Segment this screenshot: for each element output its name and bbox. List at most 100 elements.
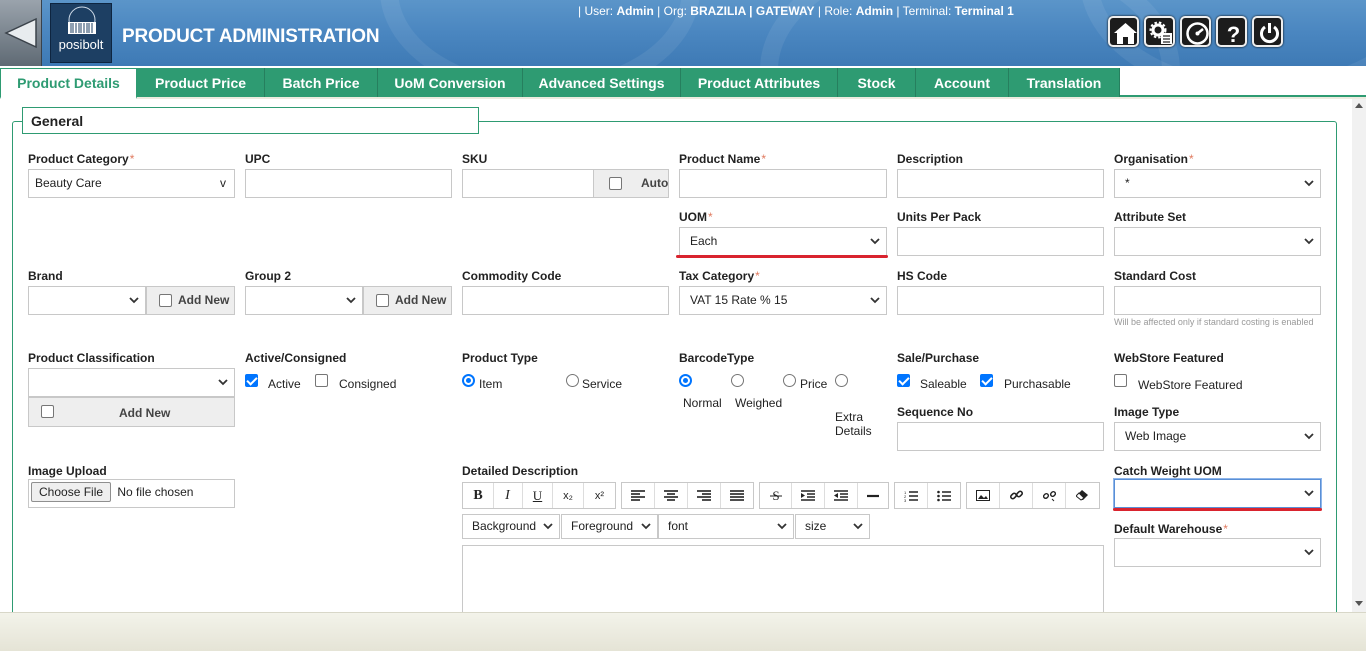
size-select[interactable]: size xyxy=(795,514,870,539)
align-left-button[interactable] xyxy=(622,483,655,508)
chevron-down-icon xyxy=(1304,180,1314,187)
brand-select[interactable] xyxy=(28,286,146,315)
strikethrough-button[interactable]: S xyxy=(760,483,792,508)
underline-button[interactable]: U xyxy=(523,483,553,508)
product-category-value: Beauty Care xyxy=(35,176,102,190)
upc-input[interactable] xyxy=(245,169,452,198)
consigned-checkbox[interactable] xyxy=(315,374,328,387)
tab-stock[interactable]: Stock xyxy=(838,68,916,97)
tab-translation[interactable]: Translation xyxy=(1009,68,1120,97)
indent-icon xyxy=(801,490,815,501)
tab-uom-conversion[interactable]: UoM Conversion xyxy=(378,68,523,97)
classification-add-new-checkbox[interactable] xyxy=(41,405,54,418)
settings-button[interactable] xyxy=(1144,16,1175,47)
vertical-scrollbar[interactable] xyxy=(1352,99,1366,612)
foreground-select[interactable]: Foreground xyxy=(561,514,658,539)
tab-product-attributes[interactable]: Product Attributes xyxy=(681,68,838,97)
attribute-set-select[interactable] xyxy=(1114,227,1321,256)
tab-advanced-settings[interactable]: Advanced Settings xyxy=(523,68,681,97)
organisation-select[interactable]: * xyxy=(1114,169,1321,198)
product-classification-select[interactable] xyxy=(28,368,235,397)
group2-select[interactable] xyxy=(245,286,363,315)
scroll-up-icon[interactable] xyxy=(1355,103,1363,108)
extra-details-radio[interactable] xyxy=(835,374,848,387)
insert-link-button[interactable] xyxy=(1000,483,1033,508)
tax-category-select[interactable]: VAT 15 Rate % 15 xyxy=(679,286,887,315)
outdent-button[interactable] xyxy=(825,483,858,508)
detailed-description-editor[interactable] xyxy=(462,545,1104,612)
tab-batch-price[interactable]: Batch Price xyxy=(265,68,378,97)
image-type-select[interactable]: Web Image xyxy=(1114,422,1321,451)
italic-button[interactable]: I xyxy=(493,483,523,508)
svg-text:?: ? xyxy=(1227,22,1240,46)
sku-auto-checkbox[interactable] xyxy=(609,177,622,190)
scroll-down-icon[interactable] xyxy=(1355,601,1363,606)
uom-select[interactable]: Each xyxy=(679,227,887,256)
product-name-input[interactable] xyxy=(679,169,887,198)
home-button[interactable] xyxy=(1108,16,1139,47)
unlink-button[interactable] xyxy=(1033,483,1066,508)
group2-add-new-checkbox[interactable] xyxy=(376,294,389,307)
background-select[interactable]: Background xyxy=(462,514,560,539)
bullet-list-button[interactable] xyxy=(928,483,960,508)
app-header: posibolt PRODUCT ADMINISTRATION | User: … xyxy=(0,0,1366,66)
justify-button[interactable] xyxy=(721,483,753,508)
normal-label: Normal xyxy=(683,396,722,410)
chevron-down-icon xyxy=(777,523,787,530)
product-type-label: Product Type xyxy=(462,351,538,365)
commodity-code-input[interactable] xyxy=(462,286,669,315)
tab-product-price[interactable]: Product Price xyxy=(137,68,265,97)
service-radio[interactable] xyxy=(566,374,579,387)
align-toolbar xyxy=(621,482,754,509)
indent-button[interactable] xyxy=(792,483,825,508)
product-category-input[interactable]: Beauty Care v xyxy=(28,169,235,198)
insert-image-button[interactable] xyxy=(967,483,1000,508)
chevron-down-icon xyxy=(346,297,356,304)
description-input[interactable] xyxy=(897,169,1104,198)
bold-button[interactable]: B xyxy=(463,483,494,508)
weighed-radio[interactable] xyxy=(731,374,744,387)
superscript-button[interactable]: x² xyxy=(584,483,615,508)
font-select[interactable]: font xyxy=(658,514,794,539)
dashboard-button[interactable] xyxy=(1180,16,1211,47)
paragraph-toolbar: S xyxy=(759,482,889,509)
group2-add-new: Add New xyxy=(363,286,452,315)
align-center-button[interactable] xyxy=(655,483,688,508)
catch-weight-uom-select[interactable] xyxy=(1114,479,1321,508)
normal-radio[interactable] xyxy=(679,374,692,387)
uom-label: UOM* xyxy=(679,210,713,224)
back-button[interactable] xyxy=(0,0,42,66)
tab-account[interactable]: Account xyxy=(916,68,1009,97)
tab-product-details[interactable]: Product Details xyxy=(0,68,137,99)
active-checkbox[interactable] xyxy=(245,374,258,387)
horizontal-rule-button[interactable] xyxy=(858,483,888,508)
webstore-featured-checkbox[interactable] xyxy=(1114,374,1127,387)
sequence-no-input[interactable] xyxy=(897,422,1104,451)
hs-code-input[interactable] xyxy=(897,286,1104,315)
subscript-button[interactable]: x₂ xyxy=(553,483,584,508)
price-radio[interactable] xyxy=(783,374,796,387)
weighed-label: Weighed xyxy=(735,396,783,410)
align-right-button[interactable] xyxy=(688,483,721,508)
sku-label: SKU xyxy=(462,152,488,166)
home-icon xyxy=(1114,23,1137,44)
catch-weight-uom-label: Catch Weight UOM xyxy=(1114,464,1222,478)
purchasable-checkbox[interactable] xyxy=(980,374,993,387)
units-per-pack-input[interactable] xyxy=(897,227,1104,256)
brand-add-new-checkbox[interactable] xyxy=(159,294,172,307)
organisation-label: Organisation* xyxy=(1114,152,1194,166)
help-button[interactable]: ? xyxy=(1216,16,1247,47)
ordered-list-button[interactable]: 123 xyxy=(895,483,928,508)
item-radio[interactable] xyxy=(462,374,475,387)
choose-file-button[interactable]: Choose File xyxy=(31,482,112,502)
standard-cost-input[interactable] xyxy=(1114,286,1321,315)
required-marker: * xyxy=(129,152,135,166)
sku-auto-label: Auto xyxy=(641,176,669,190)
role-label: | Role: xyxy=(817,4,853,18)
clear-format-button[interactable] xyxy=(1066,483,1099,508)
standard-cost-label: Standard Cost xyxy=(1114,269,1197,283)
saleable-checkbox[interactable] xyxy=(897,374,910,387)
logout-button[interactable] xyxy=(1252,16,1283,47)
default-warehouse-select[interactable] xyxy=(1114,538,1321,567)
sku-input[interactable] xyxy=(462,169,594,198)
